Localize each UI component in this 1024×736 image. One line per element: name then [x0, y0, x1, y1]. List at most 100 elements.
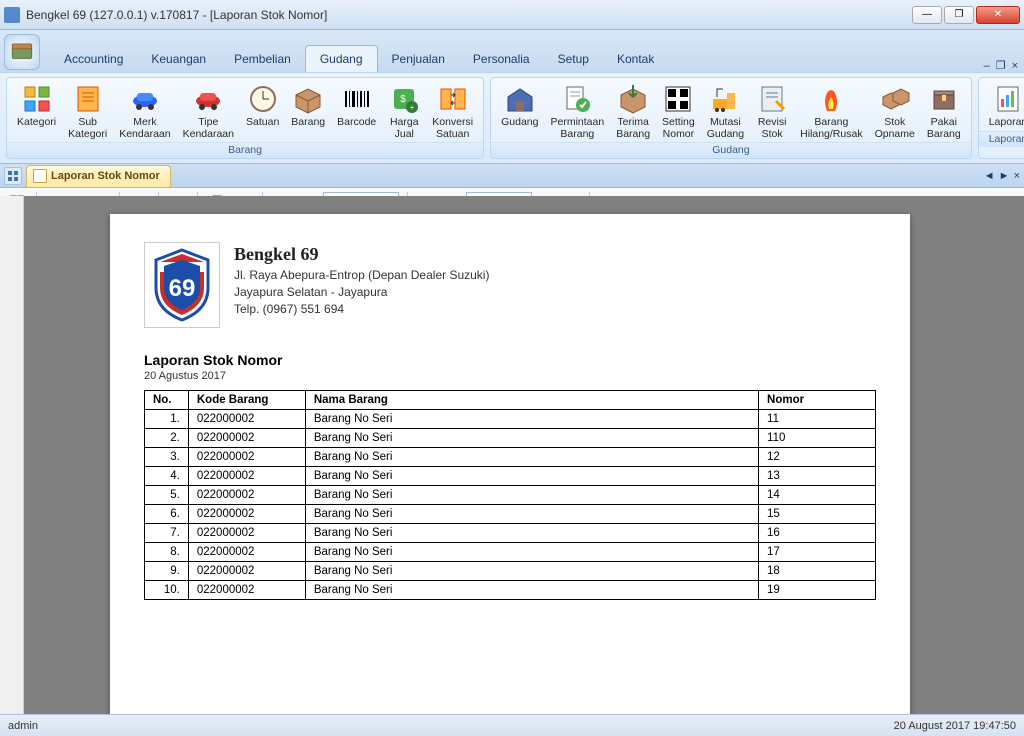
menu-tab-penjualan[interactable]: Penjualan — [378, 46, 459, 72]
sub-kategori-label: SubKategori — [68, 117, 107, 140]
ribbon-barang-hilang[interactable]: BarangHilang/Rusak — [794, 81, 868, 142]
cell-kode: 022000002 — [188, 467, 305, 486]
tab-close[interactable]: × — [1014, 170, 1020, 182]
ribbon-group-label: Laporan — [979, 131, 1024, 147]
cell-nomor: 17 — [759, 543, 876, 562]
tab-prev[interactable]: ◄ — [984, 170, 995, 182]
laporan-icon — [992, 83, 1024, 115]
barang-icon — [292, 83, 324, 115]
table-row: 1.022000002Barang No Seri11 — [145, 410, 876, 429]
windows-list-button[interactable] — [4, 167, 22, 185]
cell-nama: Barang No Seri — [305, 410, 758, 429]
close-button[interactable]: ✕ — [976, 6, 1020, 24]
ribbon-barang[interactable]: Barang — [285, 81, 331, 142]
ribbon-barcode[interactable]: Barcode — [331, 81, 382, 142]
ribbon: Kategori SubKategori MerkKendaraan TipeKend… — [0, 72, 1024, 164]
tipe-kendaraan-label: TipeKendaraan — [183, 117, 234, 140]
statusbar: admin 20 August 2017 19:47:50 — [0, 714, 1024, 736]
cell-no: 1. — [145, 410, 189, 429]
ribbon-revisi-stok[interactable]: RevisiStok — [750, 81, 794, 142]
cell-nomor: 16 — [759, 524, 876, 543]
cell-kode: 022000002 — [188, 543, 305, 562]
ribbon-group-gudang: Gudang PermintaanBarang TerimaBarang Settin… — [490, 77, 972, 159]
ribbon-mutasi-gudang[interactable]: MutasiGudang — [701, 81, 750, 142]
svg-text:$: $ — [400, 94, 406, 105]
ribbon-sub-kategori[interactable]: SubKategori — [62, 81, 113, 142]
gudang-label: Gudang — [501, 117, 538, 129]
ribbon-terima-barang[interactable]: TerimaBarang — [610, 81, 656, 142]
company-phone: Telp. (0967) 551 694 — [234, 301, 489, 318]
ribbon-gudang[interactable]: Gudang — [495, 81, 544, 142]
ribbon-tipe-kendaraan[interactable]: TipeKendaraan — [177, 81, 240, 142]
barcode-icon — [341, 83, 373, 115]
ribbon-harga-jual[interactable]: +$HargaJual — [382, 81, 426, 142]
cell-nama: Barang No Seri — [305, 581, 758, 600]
table-row: 4.022000002Barang No Seri13 — [145, 467, 876, 486]
document-tab-active[interactable]: Laporan Stok Nomor — [26, 165, 171, 187]
report-table: No.Kode BarangNama BarangNomor 1.0220000… — [144, 390, 876, 600]
svg-text:69: 69 — [169, 275, 196, 302]
menu-tab-kontak[interactable]: Kontak — [603, 46, 668, 72]
cell-nomor: 15 — [759, 505, 876, 524]
ribbon-satuan[interactable]: Satuan — [240, 81, 285, 142]
cell-nomor: 12 — [759, 448, 876, 467]
menu-tab-gudang[interactable]: Gudang — [305, 45, 378, 72]
document-tabs: Laporan Stok Nomor ◄ ► × — [0, 164, 1024, 188]
cell-kode: 022000002 — [188, 486, 305, 505]
cell-no: 4. — [145, 467, 189, 486]
table-row: 5.022000002Barang No Seri14 — [145, 486, 876, 505]
konversi-satuan-icon — [437, 83, 469, 115]
cell-no: 8. — [145, 543, 189, 562]
mdi-minimize[interactable]: – — [984, 60, 990, 72]
cell-kode: 022000002 — [188, 562, 305, 581]
ribbon-group-label: Barang — [7, 142, 483, 158]
table-row: 10.022000002Barang No Seri19 — [145, 581, 876, 600]
cell-kode: 022000002 — [188, 524, 305, 543]
company-address1: Jl. Raya Abepura-Entrop (Depan Dealer Su… — [234, 267, 489, 284]
kategori-label: Kategori — [17, 117, 56, 129]
document-icon — [33, 169, 47, 183]
ribbon-konversi-satuan[interactable]: KonversiSatuan — [426, 81, 479, 142]
menu-tab-setup[interactable]: Setup — [544, 46, 603, 72]
minimize-button[interactable]: — — [912, 6, 942, 24]
status-datetime: 20 August 2017 19:47:50 — [894, 720, 1016, 732]
ribbon-kategori[interactable]: Kategori — [11, 81, 62, 142]
table-row: 7.022000002Barang No Seri16 — [145, 524, 876, 543]
table-row: 2.022000002Barang No Seri110 — [145, 429, 876, 448]
menu-tab-pembelian[interactable]: Pembelian — [220, 46, 305, 72]
company-name: Bengkel 69 — [234, 242, 489, 267]
ribbon-laporan[interactable]: Laporan — [983, 81, 1024, 131]
ribbon-pakai-barang[interactable]: PakaiBarang — [921, 81, 967, 142]
maximize-button[interactable]: ❐ — [944, 6, 974, 24]
ribbon-setting-nomor[interactable]: SettingNomor — [656, 81, 701, 142]
mdi-close[interactable]: × — [1012, 60, 1018, 72]
cell-kode: 022000002 — [188, 410, 305, 429]
app-menu-button[interactable] — [4, 34, 40, 70]
svg-text:+: + — [410, 103, 415, 112]
satuan-label: Satuan — [246, 117, 279, 129]
ribbon-group-laporan: Laporan Laporan — [978, 77, 1024, 159]
cell-nomor: 110 — [759, 429, 876, 448]
mdi-restore[interactable]: ❐ — [996, 59, 1006, 72]
table-row: 6.022000002Barang No Seri15 — [145, 505, 876, 524]
menu-tab-keuangan[interactable]: Keuangan — [137, 46, 220, 72]
terima-barang-label: TerimaBarang — [616, 117, 650, 140]
cell-no: 7. — [145, 524, 189, 543]
pakai-barang-label: PakaiBarang — [927, 117, 961, 140]
status-user: admin — [8, 720, 38, 732]
cell-nama: Barang No Seri — [305, 448, 758, 467]
cell-nama: Barang No Seri — [305, 486, 758, 505]
ribbon-stok-opname[interactable]: StokOpname — [869, 81, 921, 142]
ribbon-merk-kendaraan[interactable]: MerkKendaraan — [113, 81, 176, 142]
report-date: 20 Agustus 2017 — [144, 370, 876, 382]
menu-tab-accounting[interactable]: Accounting — [50, 46, 137, 72]
document-scroll[interactable]: BENGKEL 69 Bengkel 69 Jl. Raya Abepura-E… — [24, 196, 1024, 714]
permintaan-barang-icon — [561, 83, 593, 115]
menu-tab-personalia[interactable]: Personalia — [459, 46, 544, 72]
cell-nama: Barang No Seri — [305, 524, 758, 543]
laporan-label: Laporan — [989, 117, 1024, 129]
tab-next[interactable]: ► — [999, 170, 1010, 182]
stok-opname-icon — [879, 83, 911, 115]
ribbon-permintaan-barang[interactable]: PermintaanBarang — [544, 81, 610, 142]
cell-kode: 022000002 — [188, 429, 305, 448]
